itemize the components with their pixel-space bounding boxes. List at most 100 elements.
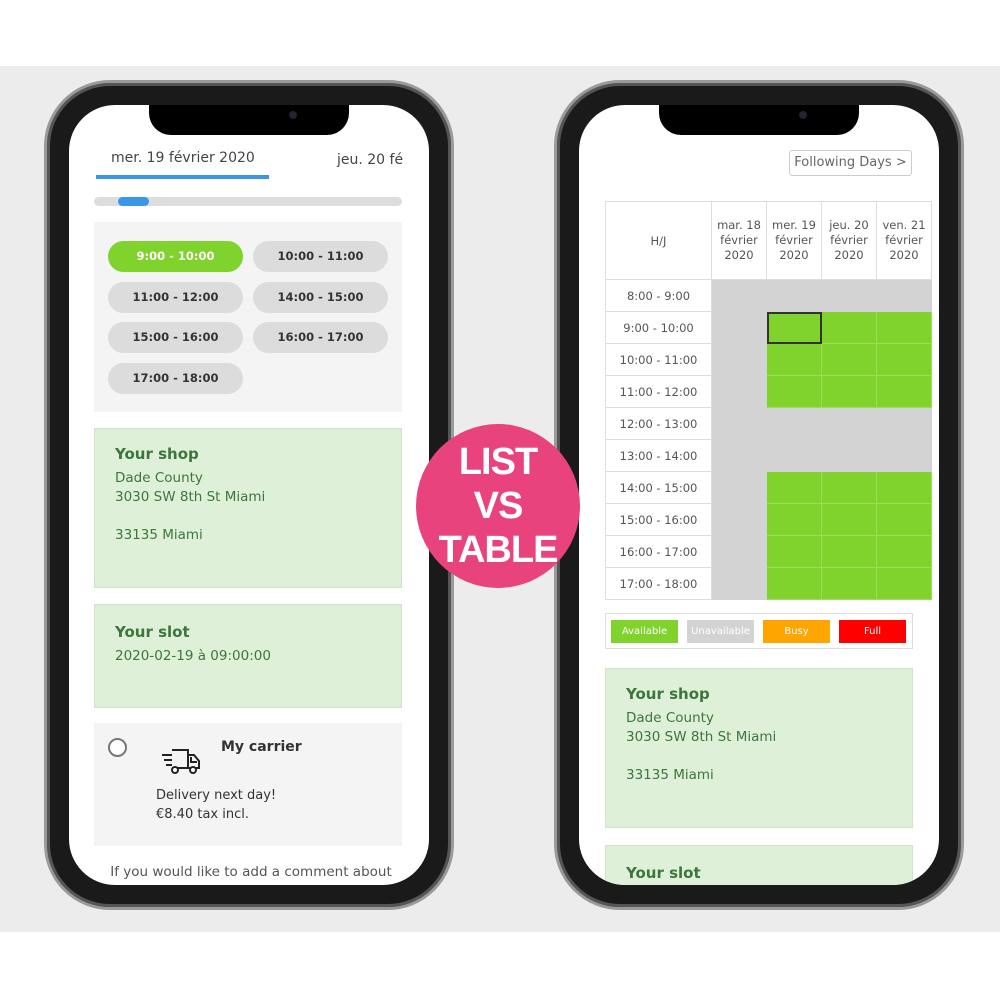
shop-line: 3030 SW 8th St Miami — [626, 729, 777, 745]
slot-cell[interactable] — [876, 375, 932, 408]
shop-line: Dade County — [626, 710, 714, 726]
slot-button[interactable]: 17:00 - 18:00 — [108, 363, 243, 394]
slot-button[interactable]: 10:00 - 11:00 — [253, 241, 388, 272]
slot-cell[interactable] — [821, 375, 877, 408]
legend-item: Unavailable — [687, 620, 754, 643]
shop-line: 33135 Miami — [626, 767, 714, 783]
carrier-desc: Delivery next day! — [156, 788, 277, 803]
carrier-option[interactable]: My carrier Delivery next day! €8.40 tax … — [94, 723, 402, 846]
slot-cell[interactable] — [766, 567, 822, 600]
slot-cell — [711, 407, 767, 440]
slot-cell — [766, 279, 822, 312]
slot-cell[interactable] — [876, 503, 932, 536]
slot-cell[interactable] — [766, 535, 822, 568]
camera — [799, 111, 807, 119]
shop-box: Your shop Dade County 3030 SW 8th St Mia… — [605, 668, 913, 828]
shop-title: Your shop — [626, 685, 710, 703]
shop-box: Your shop Dade County 3030 SW 8th St Mia… — [94, 428, 402, 588]
slot-button[interactable]: 15:00 - 16:00 — [108, 322, 243, 353]
slot-button[interactable]: 14:00 - 15:00 — [253, 282, 388, 313]
slot-cell — [711, 343, 767, 376]
horizontal-scrollbar[interactable] — [94, 197, 402, 206]
slot-cell — [711, 439, 767, 472]
slot-button[interactable]: 16:00 - 17:00 — [253, 322, 388, 353]
day-header: jeu. 20 février 2020 — [821, 201, 877, 280]
slot-cell[interactable] — [821, 471, 877, 504]
active-tab-underline — [96, 175, 269, 179]
hour-label: 15:00 - 16:00 — [605, 503, 712, 536]
hour-label: 10:00 - 11:00 — [605, 343, 712, 376]
screen: Following Days > H/J mar. 18 février 2020… — [579, 105, 939, 885]
hour-label: 12:00 - 13:00 — [605, 407, 712, 440]
day-header: ven. 21 février 2020 — [876, 201, 932, 280]
hour-label: 16:00 - 17:00 — [605, 535, 712, 568]
slot-cell[interactable] — [766, 503, 822, 536]
slot-button[interactable]: 11:00 - 12:00 — [108, 282, 243, 313]
slot-cell — [876, 439, 932, 472]
slot-cell[interactable] — [876, 311, 932, 344]
shop-title: Your shop — [115, 445, 199, 463]
tab-day-1[interactable]: mer. 19 février 2020 — [111, 150, 255, 166]
slot-cell[interactable] — [766, 471, 822, 504]
hour-label: 13:00 - 14:00 — [605, 439, 712, 472]
list-vs-table-badge: LIST VS TABLE — [416, 424, 580, 588]
slot-box: Your slot 2020-02-19 à 09:00:00 — [94, 604, 402, 708]
carrier-name: My carrier — [221, 739, 302, 755]
slot-cell — [711, 567, 767, 600]
badge-line: TABLE — [438, 529, 559, 571]
screen: mer. 19 février 2020 jeu. 20 fé 9:00 - 1… — [69, 105, 429, 885]
slot-cell — [821, 279, 877, 312]
slot-cell — [876, 407, 932, 440]
slot-title: Your slot — [626, 864, 701, 882]
slot-title: Your slot — [115, 623, 190, 641]
slot-cell — [711, 535, 767, 568]
hour-label: 14:00 - 15:00 — [605, 471, 712, 504]
hour-label: 17:00 - 18:00 — [605, 567, 712, 600]
slots-panel: 9:00 - 10:00 10:00 - 11:00 11:00 - 12:00… — [94, 222, 402, 412]
slot-cell[interactable] — [821, 343, 877, 376]
slot-cell[interactable] — [821, 503, 877, 536]
badge-line: LIST — [458, 441, 538, 483]
legend-item: Busy — [763, 620, 830, 643]
carrier-radio[interactable] — [108, 738, 127, 757]
slot-cell[interactable] — [766, 343, 822, 376]
slot-cell[interactable] — [766, 375, 822, 408]
legend: Available Unavailable Busy Full — [605, 613, 913, 649]
slot-cell — [821, 439, 877, 472]
slot-table: H/J mar. 18 février 2020 mer. 19 février 2… — [605, 201, 932, 600]
slot-cell — [711, 471, 767, 504]
slot-cell — [766, 439, 822, 472]
badge-line: VS — [473, 485, 524, 527]
slot-cell — [711, 375, 767, 408]
slot-cell — [876, 279, 932, 312]
notch — [149, 105, 349, 135]
day-header: mar. 18 février 2020 — [711, 201, 767, 280]
slot-cell[interactable] — [821, 567, 877, 600]
phone-table-view: Following Days > H/J mar. 18 février 2020… — [554, 80, 964, 910]
slot-button[interactable]: 9:00 - 10:00 — [108, 241, 243, 272]
legend-item: Available — [611, 620, 678, 643]
slot-cell-selected[interactable] — [766, 311, 822, 344]
hour-label: 9:00 - 10:00 — [605, 311, 712, 344]
day-header: mer. 19 février 2020 — [766, 201, 822, 280]
slot-cell — [766, 407, 822, 440]
corner-header: H/J — [605, 201, 712, 280]
notch — [659, 105, 859, 135]
slot-cell[interactable] — [821, 535, 877, 568]
camera — [289, 111, 297, 119]
slot-cell — [711, 311, 767, 344]
slot-box: Your slot — [605, 845, 913, 885]
shop-line: 3030 SW 8th St Miami — [115, 489, 266, 505]
slot-cell — [711, 503, 767, 536]
scrollbar-thumb[interactable] — [118, 197, 149, 206]
slot-value: 2020-02-19 à 09:00:00 — [115, 648, 271, 664]
slot-cell[interactable] — [821, 311, 877, 344]
hour-label: 8:00 - 9:00 — [605, 279, 712, 312]
slot-cell[interactable] — [876, 343, 932, 376]
tab-day-2[interactable]: jeu. 20 fé — [337, 152, 403, 168]
phone-list-view: mer. 19 février 2020 jeu. 20 fé 9:00 - 1… — [44, 80, 454, 910]
slot-cell[interactable] — [876, 535, 932, 568]
slot-cell[interactable] — [876, 567, 932, 600]
slot-cell[interactable] — [876, 471, 932, 504]
following-days-button[interactable]: Following Days > — [789, 150, 912, 176]
